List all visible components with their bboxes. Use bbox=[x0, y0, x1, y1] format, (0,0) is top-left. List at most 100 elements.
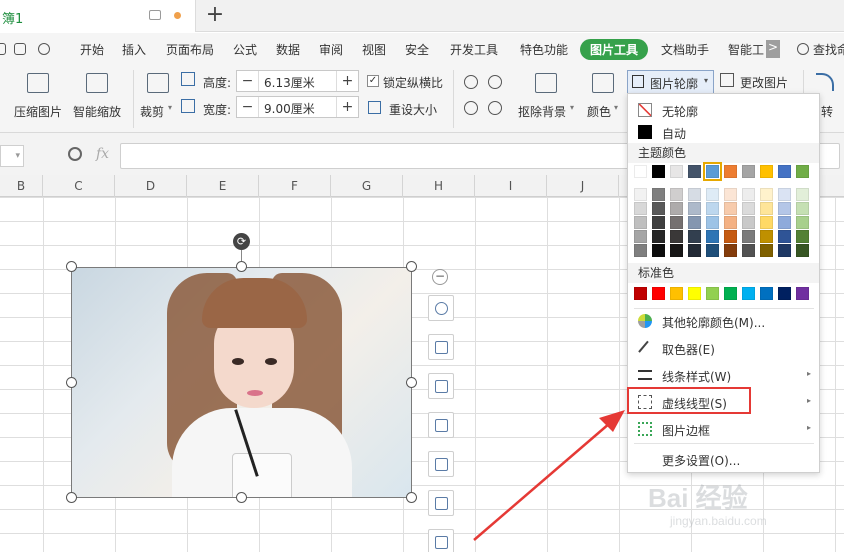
theme-shade-swatch[interactable] bbox=[652, 216, 665, 229]
crop-icon[interactable] bbox=[147, 73, 169, 93]
crop-button[interactable]: 裁剪 bbox=[140, 103, 164, 120]
rotate-icon[interactable] bbox=[816, 73, 834, 91]
theme-shade-swatch[interactable] bbox=[760, 202, 773, 215]
print-preview-icon[interactable] bbox=[38, 43, 50, 55]
menu-page-layout[interactable]: 页面布局 bbox=[166, 41, 214, 58]
resize-handle-top-right[interactable] bbox=[406, 261, 417, 272]
theme-shade-swatch[interactable] bbox=[760, 188, 773, 201]
picture-to-text-side-button[interactable] bbox=[428, 490, 454, 516]
contrast-increase-icon[interactable] bbox=[488, 75, 502, 89]
change-picture-button[interactable]: 更改图片 bbox=[740, 74, 788, 91]
menu-more-button[interactable]: > bbox=[766, 40, 780, 58]
theme-shade-swatch[interactable] bbox=[796, 188, 809, 201]
menu-smart[interactable]: 智能工 bbox=[728, 41, 764, 58]
theme-shade-swatch[interactable] bbox=[742, 244, 755, 257]
theme-shade-swatch[interactable] bbox=[742, 216, 755, 229]
compress-picture-icon[interactable] bbox=[27, 73, 49, 93]
theme-shade-swatch[interactable] bbox=[688, 202, 701, 215]
theme-color-swatch[interactable] bbox=[634, 165, 647, 178]
column-header[interactable]: H bbox=[403, 175, 475, 197]
resize-handle-bottom[interactable] bbox=[236, 492, 247, 503]
theme-shade-swatch[interactable] bbox=[742, 188, 755, 201]
remove-bg-side-button[interactable] bbox=[428, 334, 454, 360]
theme-shade-swatch[interactable] bbox=[634, 216, 647, 229]
theme-shade-swatch[interactable] bbox=[796, 244, 809, 257]
menu-formulas[interactable]: 公式 bbox=[233, 41, 257, 58]
theme-shade-swatch[interactable] bbox=[724, 202, 737, 215]
menu-view[interactable]: 视图 bbox=[362, 41, 386, 58]
height-spinner[interactable]: − 6.13厘米 + bbox=[236, 70, 359, 92]
theme-shade-swatch[interactable] bbox=[688, 188, 701, 201]
brightness-increase-icon[interactable] bbox=[464, 75, 478, 89]
column-header[interactable]: I bbox=[475, 175, 547, 197]
theme-color-swatch[interactable] bbox=[796, 165, 809, 178]
resize-handle-right[interactable] bbox=[406, 377, 417, 388]
eyedropper-item[interactable]: 取色器(E) bbox=[628, 335, 819, 361]
menu-developer[interactable]: 开发工具 bbox=[450, 41, 498, 58]
width-increase-button[interactable]: + bbox=[336, 97, 358, 117]
width-decrease-button[interactable]: − bbox=[237, 97, 259, 117]
picture-outline-button[interactable]: 图片轮廓 ▾ bbox=[627, 70, 714, 94]
print-icon[interactable] bbox=[14, 43, 26, 55]
name-box[interactable]: ▾ bbox=[0, 145, 24, 167]
theme-shade-swatch[interactable] bbox=[724, 230, 737, 243]
theme-shade-swatch[interactable] bbox=[742, 202, 755, 215]
color-icon[interactable] bbox=[592, 73, 614, 93]
theme-shade-swatch[interactable] bbox=[760, 216, 773, 229]
theme-shade-swatch[interactable] bbox=[670, 244, 683, 257]
theme-shade-swatch[interactable] bbox=[724, 244, 737, 257]
theme-shade-swatch[interactable] bbox=[706, 230, 719, 243]
theme-color-swatch[interactable] bbox=[778, 165, 791, 178]
height-input[interactable]: 6.13厘米 bbox=[264, 74, 315, 91]
auto-color-item[interactable]: 自动 bbox=[628, 119, 819, 145]
line-style-item[interactable]: 线条样式(W) ▸ bbox=[628, 362, 819, 388]
color-dropdown-icon[interactable]: ▾ bbox=[614, 103, 618, 112]
remove-background-icon[interactable] bbox=[535, 73, 557, 93]
resize-handle-left[interactable] bbox=[66, 377, 77, 388]
lock-ratio-label[interactable]: 锁定纵横比 bbox=[383, 74, 443, 91]
resize-handle-top[interactable] bbox=[236, 261, 247, 272]
theme-shade-swatch[interactable] bbox=[778, 216, 791, 229]
theme-color-swatch[interactable] bbox=[703, 162, 722, 181]
theme-shade-swatch[interactable] bbox=[706, 244, 719, 257]
theme-shade-swatch[interactable] bbox=[796, 202, 809, 215]
quick-access-icon[interactable] bbox=[0, 43, 6, 55]
column-header[interactable]: E bbox=[187, 175, 259, 197]
more-settings-item[interactable]: 更多设置(O)... bbox=[628, 446, 819, 472]
height-decrease-button[interactable]: − bbox=[237, 71, 259, 91]
theme-color-swatch[interactable] bbox=[652, 165, 665, 178]
menu-picture-tools[interactable]: 图片工具 bbox=[580, 39, 649, 60]
rotate-button[interactable]: 转 bbox=[821, 103, 833, 120]
theme-shade-swatch[interactable] bbox=[796, 230, 809, 243]
menu-home[interactable]: 开始 bbox=[80, 41, 104, 58]
standard-color-swatch[interactable] bbox=[724, 287, 737, 300]
image-edit-side-button[interactable] bbox=[428, 412, 454, 438]
menu-security[interactable]: 安全 bbox=[405, 41, 429, 58]
compress-picture-button[interactable]: 压缩图片 bbox=[14, 103, 62, 120]
crop-side-button[interactable] bbox=[428, 373, 454, 399]
contrast-decrease-icon[interactable] bbox=[488, 101, 502, 115]
collapse-toolbar-button[interactable]: − bbox=[432, 269, 448, 285]
theme-shade-swatch[interactable] bbox=[634, 230, 647, 243]
theme-shade-swatch[interactable] bbox=[652, 244, 665, 257]
theme-color-swatch[interactable] bbox=[760, 165, 773, 178]
theme-shade-swatch[interactable] bbox=[670, 188, 683, 201]
theme-shade-swatch[interactable] bbox=[688, 230, 701, 243]
picture-to-word-side-button[interactable] bbox=[428, 451, 454, 477]
picture-more-side-button[interactable] bbox=[428, 529, 454, 552]
standard-color-swatch[interactable] bbox=[778, 287, 791, 300]
theme-shade-swatch[interactable] bbox=[688, 216, 701, 229]
inserted-picture[interactable] bbox=[71, 267, 412, 498]
search-icon[interactable] bbox=[797, 43, 809, 55]
theme-shade-swatch[interactable] bbox=[796, 216, 809, 229]
menu-review[interactable]: 审阅 bbox=[319, 41, 343, 58]
resize-handle-bottom-right[interactable] bbox=[406, 492, 417, 503]
theme-shade-swatch[interactable] bbox=[634, 244, 647, 257]
remove-background-button[interactable]: 抠除背景 bbox=[518, 103, 566, 120]
theme-shade-swatch[interactable] bbox=[724, 216, 737, 229]
theme-shade-swatch[interactable] bbox=[652, 202, 665, 215]
theme-shade-swatch[interactable] bbox=[706, 188, 719, 201]
theme-shade-swatch[interactable] bbox=[634, 188, 647, 201]
brightness-decrease-icon[interactable] bbox=[464, 101, 478, 115]
theme-shade-swatch[interactable] bbox=[670, 230, 683, 243]
